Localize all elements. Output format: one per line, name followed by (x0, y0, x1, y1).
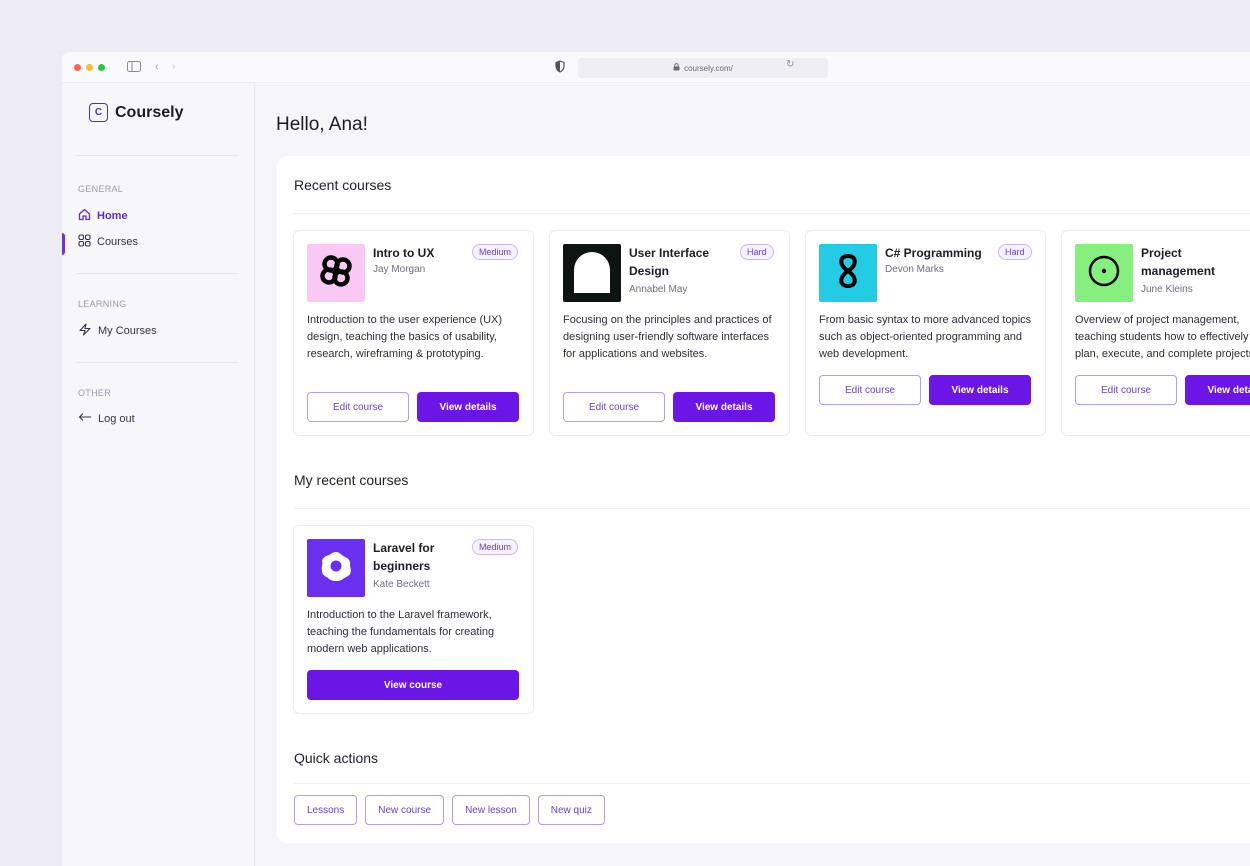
course-title[interactable]: Laravel for beginners (373, 539, 473, 575)
course-card: C# Programming Devon Marks Hard From bas… (805, 230, 1046, 436)
difficulty-badge: Hard (740, 244, 774, 260)
sidebar-item-courses[interactable]: Courses (78, 234, 138, 250)
dashboard-panel: Recent courses Intro to UX Jay Morgan Me… (277, 156, 1250, 843)
sidebar-item-my-courses[interactable]: My Courses (78, 323, 157, 339)
sidebar-item-label: Log out (98, 412, 135, 425)
course-thumbnail[interactable] (307, 539, 365, 597)
view-details-button[interactable]: View details (417, 392, 519, 422)
course-description: Introduction to the Laravel framework, t… (307, 609, 495, 655)
section-label-learning: LEARNING (78, 299, 127, 309)
course-description: Focusing on the principles and practices… (563, 314, 772, 360)
course-thumbnail[interactable] (563, 244, 621, 302)
course-title[interactable]: Intro to UX (373, 244, 473, 262)
edit-course-button[interactable]: Edit course (819, 375, 921, 405)
course-thumbnail[interactable] (307, 244, 365, 302)
quick-action-new-quiz-button[interactable]: New quiz (537, 795, 605, 825)
back-arrow-icon[interactable]: ‹ (155, 61, 159, 73)
sidebar-divider (76, 273, 238, 274)
arch-icon (571, 249, 613, 298)
section-divider (294, 508, 1250, 509)
window-controls (74, 64, 105, 71)
home-icon (78, 208, 91, 224)
course-card: Project management June Kleins Overview … (1061, 230, 1250, 436)
difficulty-badge: Medium (472, 539, 519, 555)
sidebar-item-home[interactable]: Home (78, 208, 128, 224)
course-author: Jay Morgan (373, 264, 426, 275)
browser-window: ‹ › coursely.com/ ↻ C Coursely GENERAL H… (62, 52, 1250, 866)
section-divider (294, 783, 1250, 784)
forward-arrow-icon[interactable]: › (172, 61, 176, 73)
grid-icon (78, 234, 91, 250)
difficulty-badge: Medium (472, 244, 519, 260)
sidebar: C Coursely GENERAL Home Courses LEARNING… (62, 83, 255, 866)
course-title[interactable]: C# Programming (885, 244, 995, 262)
course-card: User Interface Design Annabel May Hard F… (549, 230, 790, 436)
course-author: Devon Marks (885, 264, 944, 275)
course-title[interactable]: User Interface Design (629, 244, 729, 280)
course-title[interactable]: Project management (1141, 244, 1241, 280)
shield-icon (555, 60, 567, 74)
course-author: Annabel May (629, 284, 688, 295)
active-nav-indicator (62, 233, 65, 255)
course-author: Kate Beckett (373, 579, 430, 590)
sidebar-item-label: Home (97, 210, 128, 222)
course-thumbnail[interactable] (819, 244, 877, 302)
sidebar-divider (76, 362, 238, 363)
arrow-left-icon (78, 412, 92, 425)
edit-course-button[interactable]: Edit course (307, 392, 409, 422)
target-icon (1087, 254, 1121, 293)
difficulty-badge: Hard (998, 244, 1032, 260)
bolt-icon (78, 323, 92, 339)
minimize-window-button[interactable] (86, 64, 93, 71)
quick-action-new-lesson-button[interactable]: New lesson (452, 795, 530, 825)
sidebar-divider (76, 155, 238, 156)
sidebar-item-log-out[interactable]: Log out (78, 412, 135, 425)
section-label-general: GENERAL (78, 184, 124, 194)
quick-action-lessons-button[interactable]: Lessons (294, 795, 358, 825)
my-recent-courses-heading: My recent courses (294, 472, 409, 488)
edit-course-button[interactable]: Edit course (563, 392, 665, 422)
brand-mark: C (89, 103, 108, 122)
lock-icon (673, 63, 680, 73)
quick-action-new-course-button[interactable]: New course (365, 795, 445, 825)
url-text: coursely.com/ (684, 63, 733, 73)
course-card: Laravel for beginners Kate Beckett Mediu… (293, 525, 534, 714)
sidebar-item-label: My Courses (98, 325, 157, 337)
sidebar-toggle-icon[interactable] (127, 61, 141, 75)
maximize-window-button[interactable] (98, 64, 105, 71)
view-details-button[interactable]: View details (673, 392, 775, 422)
infinity-icon (836, 253, 860, 294)
sidebar-item-label: Courses (97, 236, 138, 248)
section-label-other: OTHER (78, 388, 111, 398)
view-course-button[interactable]: View course (307, 670, 519, 700)
edit-course-button[interactable]: Edit course (1075, 375, 1177, 405)
browser-chrome: ‹ › coursely.com/ ↻ (62, 52, 1250, 83)
view-details-button[interactable]: View details (929, 375, 1031, 405)
course-thumbnail[interactable] (1075, 244, 1133, 302)
course-card: Intro to UX Jay Morgan Medium Introducti… (293, 230, 534, 436)
brand-logo[interactable]: C Coursely (89, 103, 183, 122)
course-author: June Kleins (1141, 284, 1193, 295)
close-window-button[interactable] (74, 64, 81, 71)
quick-actions-heading: Quick actions (294, 750, 379, 766)
knot-icon (318, 253, 354, 294)
view-details-button[interactable]: View details (1185, 375, 1250, 405)
page-title: Hello, Ana! (276, 114, 368, 135)
reload-icon[interactable]: ↻ (786, 59, 794, 70)
course-description: Overview of project management, teaching… (1075, 314, 1250, 360)
quick-actions: Lessons New course New lesson New quiz (294, 795, 605, 825)
brand-name: Coursely (115, 103, 184, 121)
recent-courses-heading: Recent courses (294, 177, 392, 193)
course-description: Introduction to the user experience (UX)… (307, 314, 503, 360)
section-divider (294, 213, 1250, 214)
flower-icon (318, 548, 354, 589)
course-description: From basic syntax to more advanced topic… (819, 314, 1032, 360)
